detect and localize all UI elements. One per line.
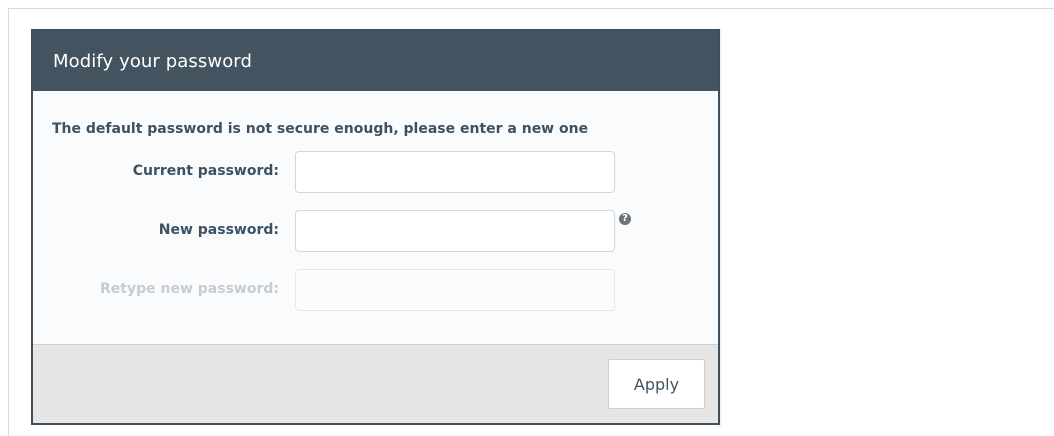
retype-password-label: Retype new password:: [100, 281, 279, 297]
dialog-title: Modify your password: [53, 50, 253, 72]
question-circle-icon[interactable]: ?: [619, 213, 631, 225]
current-password-label: Current password:: [132, 163, 279, 179]
dialog-footer: Apply: [33, 344, 718, 423]
apply-button[interactable]: Apply: [608, 359, 705, 409]
new-password-label: New password:: [158, 222, 279, 238]
current-password-input[interactable]: [295, 151, 615, 193]
new-password-input[interactable]: [295, 210, 615, 252]
intro-text: The default password is not secure enoug…: [52, 121, 589, 137]
retype-password-input: [295, 269, 615, 311]
password-dialog: Modify your password The default passwor…: [31, 29, 720, 425]
dialog-body: The default password is not secure enoug…: [33, 91, 718, 344]
dialog-header: Modify your password: [33, 31, 718, 91]
